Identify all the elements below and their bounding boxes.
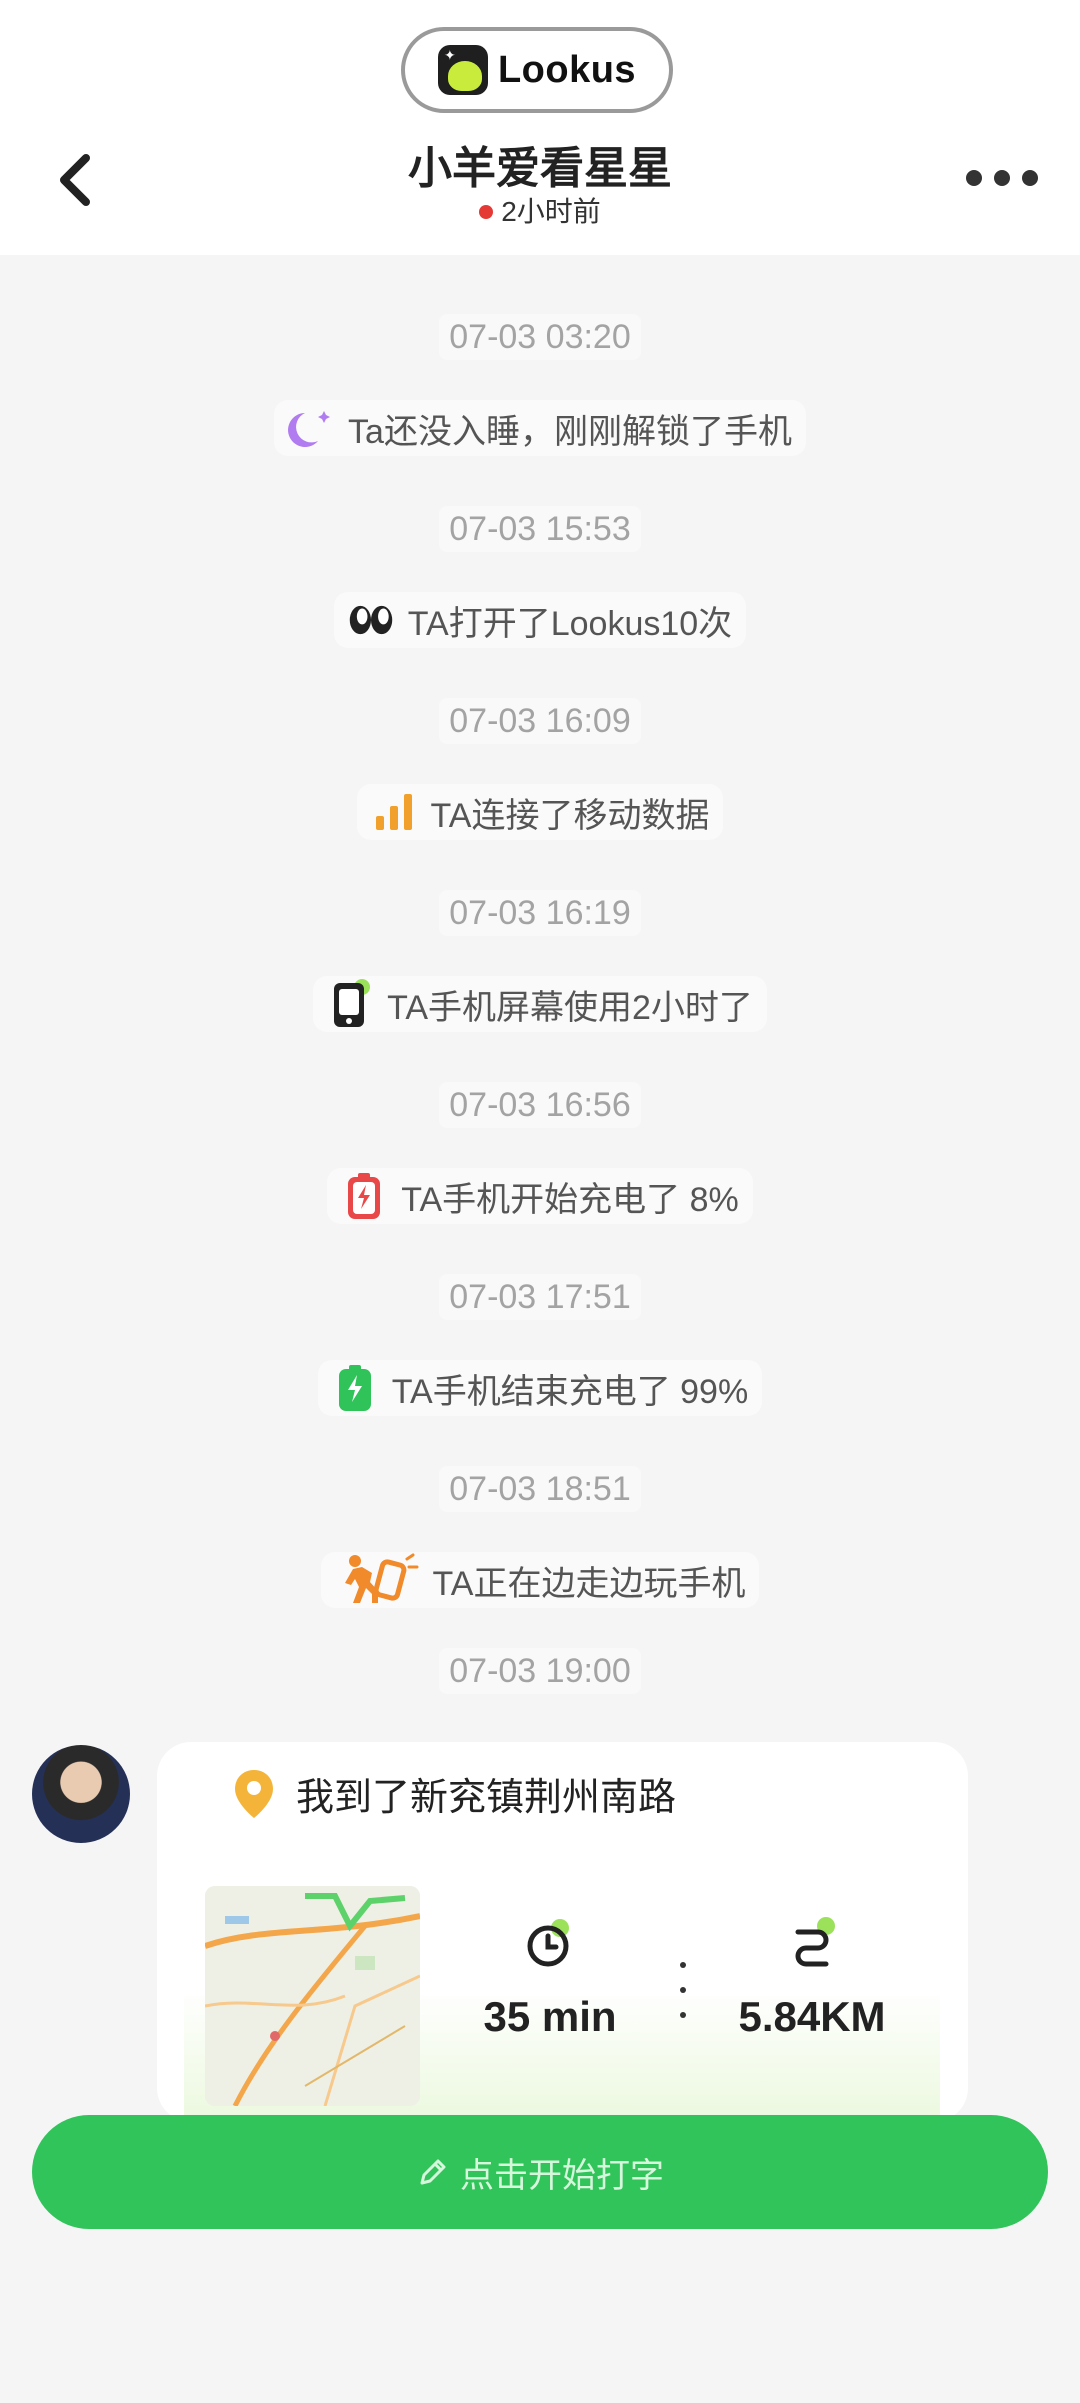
distance-value: 5.84KM: [738, 1993, 886, 2040]
moon-icon: [288, 405, 334, 451]
walking-icon: [335, 1553, 419, 1603]
pencil-icon: [420, 2159, 446, 2185]
timestamp: 07-03 15:53: [0, 506, 1080, 552]
chat-title: 小羊爱看星星: [408, 144, 672, 193]
duration-value: 35 min: [483, 1993, 617, 2040]
duration-stat: 35 min: [450, 1914, 650, 2041]
last-active-status: 2小时前: [0, 190, 1080, 230]
location-row: 我到了新兖镇荆州南路: [232, 1766, 676, 1821]
event-item: TA手机屏幕使用2小时了: [0, 976, 1080, 1032]
event-text: TA手机开始充电了 8%: [401, 1180, 739, 1219]
timestamp: 07-03 16:56: [0, 1082, 1080, 1128]
avatar[interactable]: [32, 1745, 130, 1843]
more-dot-icon: [966, 170, 982, 186]
timestamp: 07-03 16:09: [0, 698, 1080, 744]
timestamp: 07-03 18:51: [0, 1466, 1080, 1512]
status-dot: [479, 204, 494, 219]
location-pin-icon: [235, 1769, 273, 1818]
more-dot-icon: [994, 170, 1010, 186]
route-icon: [795, 1917, 835, 1967]
last-active-text: 2小时前: [501, 196, 601, 227]
location-text: 我到了新兖镇荆州南路: [296, 1777, 677, 1819]
route-map-thumbnail[interactable]: [205, 1886, 420, 2106]
event-item: TA打开了Lookus10次: [0, 592, 1080, 648]
brand-logo: ✦ Lookus: [401, 27, 673, 113]
distance-stat: 5.84KM: [712, 1914, 912, 2041]
battery-full-icon: [332, 1365, 378, 1411]
clock-icon: [527, 1919, 569, 1967]
event-item: TA手机开始充电了 8%: [0, 1168, 1080, 1224]
event-text: TA打开了Lookus10次: [407, 604, 733, 643]
event-text: TA连接了移动数据: [430, 796, 710, 835]
more-dot-icon: [1022, 170, 1038, 186]
eyes-icon: [348, 597, 394, 643]
event-text: TA手机屏幕使用2小时了: [387, 988, 753, 1027]
event-item: Ta还没入睡，刚刚解锁了手机: [0, 400, 1080, 456]
timestamp: 07-03 17:51: [0, 1274, 1080, 1320]
header-bar: ✦ Lookus 小羊爱看星星 2小时前: [0, 0, 1080, 255]
event-item: TA手机结束充电了 99%: [0, 1360, 1080, 1416]
stats-divider: [680, 1962, 686, 2018]
event-text: TA正在边走边玩手机: [432, 1564, 746, 1603]
timestamp: 07-03 19:00: [0, 1648, 1080, 1694]
event-text: TA手机结束充电了 99%: [391, 1372, 749, 1411]
timestamp: 07-03 03:20: [0, 314, 1080, 360]
more-options-button[interactable]: [966, 160, 1040, 196]
event-text: Ta还没入睡，刚刚解锁了手机: [348, 412, 792, 451]
location-message-card[interactable]: 我到了新兖镇荆州南路 35 min 5.84KM: [157, 1742, 968, 2122]
event-item: TA正在边走边玩手机: [0, 1552, 1080, 1608]
lookus-logo-icon: ✦: [437, 45, 488, 95]
timestamp: 07-03 16:19: [0, 890, 1080, 936]
event-item: TA连接了移动数据: [0, 784, 1080, 840]
battery-low-icon: [341, 1173, 387, 1219]
start-typing-label: 点击开始打字: [460, 2156, 664, 2195]
phone-icon: [327, 979, 373, 1027]
signal-icon: [371, 789, 417, 835]
start-typing-button[interactable]: 点击开始打字: [32, 2115, 1048, 2229]
brand-name: Lookus: [497, 48, 637, 91]
